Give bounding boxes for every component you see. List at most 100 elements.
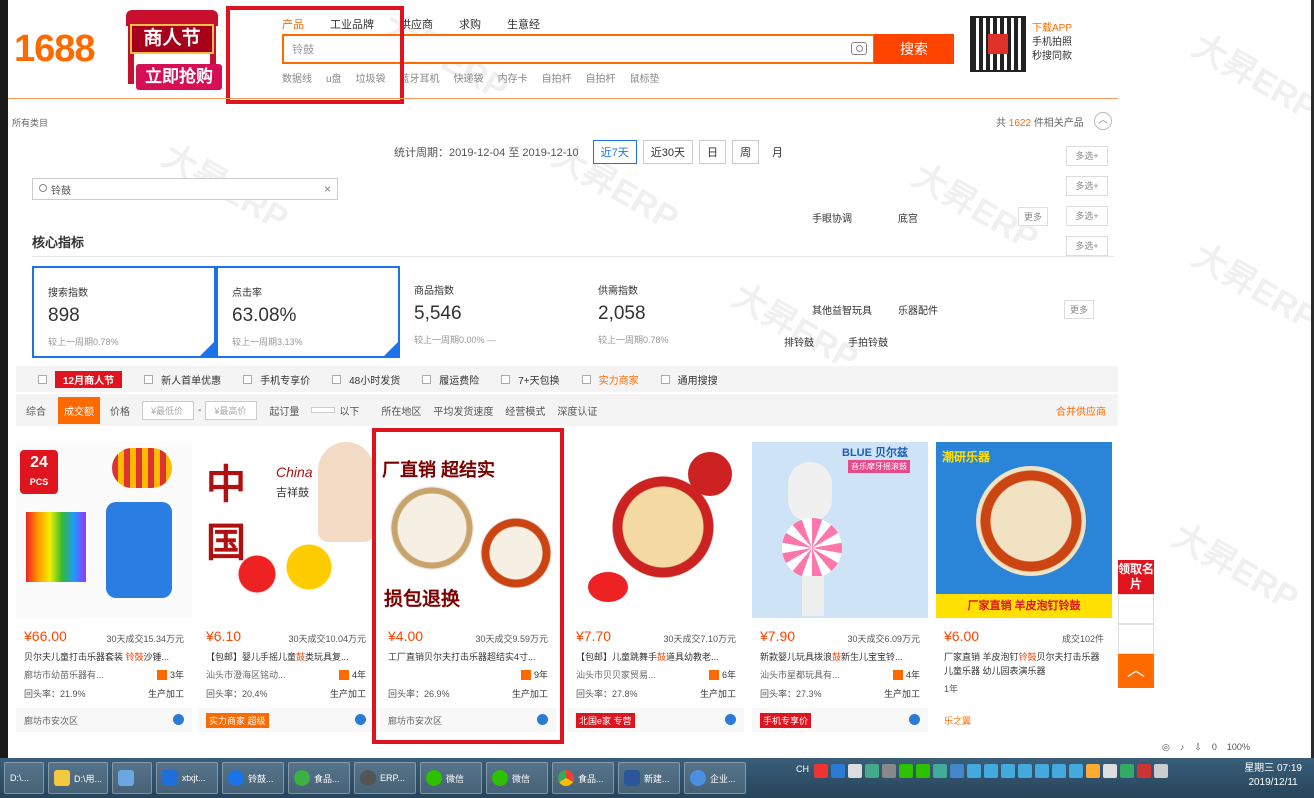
filter-item[interactable]: 新人首单优惠	[144, 372, 221, 387]
hot-word[interactable]: 垃圾袋	[356, 70, 386, 85]
category-item[interactable]: 排铃鼓	[784, 334, 814, 349]
taskbar-item[interactable]: 企业...	[684, 762, 746, 794]
checkbox[interactable]	[660, 374, 670, 384]
period-day[interactable]: 日	[699, 140, 727, 164]
filter-item[interactable]: 48小时发货	[332, 372, 400, 387]
tray-icon[interactable]	[831, 764, 845, 778]
taskbar-item[interactable]: D:\用...	[48, 762, 108, 794]
search-button[interactable]: 搜索	[874, 34, 954, 64]
taskbar-item[interactable]: 新建...	[618, 762, 680, 794]
headset-icon[interactable]	[1118, 594, 1154, 624]
get-card-button[interactable]: 领取名片	[1118, 560, 1154, 594]
taskbar-item[interactable]: D:\...	[4, 762, 44, 794]
site-logo[interactable]: 1688	[14, 28, 96, 71]
taskbar-item[interactable]	[112, 762, 152, 794]
filter-item[interactable]: 实力商家	[581, 372, 639, 387]
price-low-input[interactable]: ¥最低价	[142, 400, 194, 420]
zoom-level[interactable]: 100%	[1227, 742, 1250, 753]
min-order-input[interactable]	[311, 407, 336, 413]
category-item[interactable]: 底宫	[898, 210, 918, 225]
hot-word[interactable]: 自拍杆	[586, 70, 616, 85]
tab-purchase[interactable]: 求购	[459, 16, 481, 32]
tab-industrial-brand[interactable]: 工业品牌	[330, 16, 374, 32]
more-button[interactable]: 更多	[1018, 207, 1049, 226]
tray-icon[interactable]	[1018, 764, 1032, 778]
metric-click-rate[interactable]: 点击率 63.08% 较上一周期3.13%	[216, 266, 400, 358]
app-download[interactable]: 下载APP 手机拍照 秒搜同款	[1032, 22, 1072, 64]
product-card[interactable]: 24 PCS ¥66.00 30天成交15.34万元 贝尔夫儿童打击乐器套装 铃鼓…	[16, 442, 192, 732]
checkbox[interactable]	[38, 374, 47, 384]
category-item[interactable]: 手眼协调	[812, 210, 852, 225]
multi-select-button[interactable]: 多选+	[1066, 206, 1108, 226]
tray-icon[interactable]	[916, 764, 930, 778]
product-title[interactable]: 贝尔夫儿童打击乐器套装 铃鼓沙锤...	[24, 650, 188, 663]
merge-supplier-link[interactable]: 合并供应商	[1056, 403, 1106, 418]
sub-search-input[interactable]	[51, 181, 321, 197]
festival-banner[interactable]: 商人节 立即抢购	[116, 10, 228, 92]
period-month[interactable]: 月	[765, 141, 791, 163]
period-week[interactable]: 周	[732, 140, 760, 164]
hot-word[interactable]: 自拍杆	[542, 70, 572, 85]
product-image[interactable]	[568, 442, 744, 618]
back-to-top-button[interactable]: ︿	[1118, 654, 1154, 688]
filter-item[interactable]: 通用搜搜	[660, 372, 718, 387]
product-card[interactable]: 厂直销 超结实 损包退换 ¥4.00 30天成交9.59万元 工厂直销贝尔夫打击…	[380, 442, 556, 732]
product-image[interactable]: 厂直销 超结实 损包退换	[380, 442, 556, 618]
more-button[interactable]: 更多	[1064, 300, 1095, 319]
hot-word[interactable]: 鼠标垫	[630, 70, 660, 85]
taskbar-item[interactable]: xtxjt...	[156, 762, 218, 794]
hot-word[interactable]: 数据线	[282, 70, 312, 85]
sort-volume[interactable]: 成交额	[58, 396, 100, 424]
tray-icon[interactable]	[899, 764, 913, 778]
product-image[interactable]: BLUE 贝尔兹 音乐摩牙摇滚鼓	[752, 442, 928, 618]
tray-icon[interactable]	[1086, 764, 1100, 778]
phone-icon[interactable]	[1118, 624, 1154, 654]
sound-icon[interactable]: ♪	[1180, 742, 1185, 753]
metric-search-index[interactable]: 搜索指数 898 较上一周期0.78%	[32, 266, 216, 358]
collapse-icon[interactable]: ︿	[1094, 112, 1112, 130]
product-title[interactable]: 厂家直销 羊皮泡钉铃鼓贝尔夫打击乐器 儿童乐器 幼儿园表演乐器	[944, 650, 1108, 678]
taskbar-item[interactable]: 微信	[420, 762, 482, 794]
product-title[interactable]: 工厂直销贝尔夫打击乐器超结实4寸...	[388, 650, 552, 663]
chat-icon[interactable]	[173, 714, 184, 725]
taskbar-item[interactable]: 铃鼓...	[222, 762, 284, 794]
period-30d[interactable]: 近30天	[642, 140, 694, 164]
checkbox[interactable]	[243, 374, 253, 384]
region-dropdown[interactable]: 所在地区	[381, 403, 421, 418]
tray-icon[interactable]	[1137, 764, 1151, 778]
clear-icon[interactable]: ×	[324, 182, 331, 196]
tray-icon[interactable]	[1120, 764, 1134, 778]
filter-item[interactable]: 履运费险	[422, 372, 479, 387]
filter-item[interactable]: 手机专享价	[243, 372, 310, 387]
period-7d[interactable]: 近7天	[592, 140, 637, 164]
sort-price[interactable]: 价格	[110, 403, 130, 418]
hot-word[interactable]: 快递袋	[454, 70, 484, 85]
product-image[interactable]: 中国 China 吉祥鼓	[198, 442, 374, 618]
tray-icon[interactable]	[1052, 764, 1066, 778]
checkbox[interactable]	[501, 374, 511, 384]
tray-icon[interactable]	[848, 764, 862, 778]
chat-icon[interactable]	[725, 714, 736, 725]
chat-icon[interactable]	[355, 714, 366, 725]
download-icon[interactable]: ⇩	[1194, 742, 1202, 753]
ship-speed-dropdown[interactable]: 平均发货速度	[433, 403, 493, 418]
taskbar-item[interactable]: ERP...	[354, 762, 416, 794]
sort-default[interactable]: 综合	[26, 403, 46, 418]
search-input[interactable]	[284, 36, 824, 62]
tab-supplier[interactable]: 供应商	[400, 16, 433, 32]
product-card[interactable]: ¥7.70 30天成交7.10万元 【包邮】儿童跳舞手鼓道具幼教老... 汕头市…	[568, 442, 744, 732]
tab-business[interactable]: 生意经	[507, 16, 540, 32]
banner-buy-button[interactable]: 立即抢购	[136, 64, 222, 90]
tab-product[interactable]: 产品	[282, 16, 304, 32]
checkbox[interactable]	[422, 374, 432, 384]
depth-cert-dropdown[interactable]: 深度认证	[557, 403, 597, 418]
metric-supply-index[interactable]: 供需指数 2,058 较上一周期0.78%	[584, 266, 768, 358]
taskbar-item[interactable]: 食品...	[288, 762, 350, 794]
multi-select-button[interactable]: 多选+	[1066, 176, 1108, 196]
category-item[interactable]: 乐器配件	[898, 302, 938, 317]
speaker-icon[interactable]	[1103, 764, 1117, 778]
product-card[interactable]: 中国 China 吉祥鼓 ¥6.10 30天成交10.04万元 【包邮】婴儿手摇…	[198, 442, 374, 732]
tray-icon[interactable]	[967, 764, 981, 778]
tray-icon[interactable]	[933, 764, 947, 778]
multi-select-button[interactable]: 多选+	[1066, 146, 1108, 166]
